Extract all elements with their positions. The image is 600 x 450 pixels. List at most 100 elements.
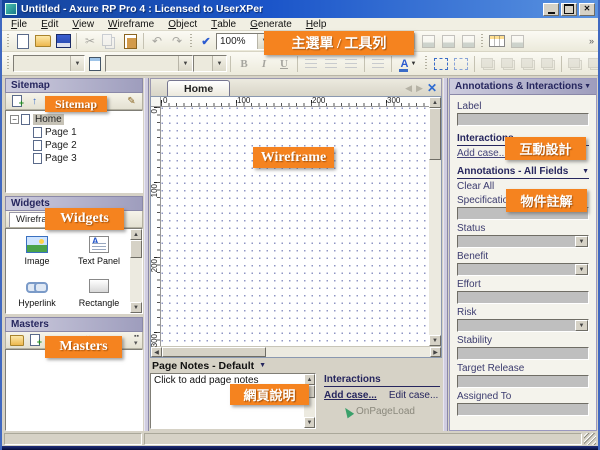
scroll-down-icon[interactable]: ▼ [130, 302, 142, 313]
link-add-case[interactable]: Add case... [457, 148, 507, 159]
toolbar-grip[interactable] [6, 34, 11, 49]
toolbar-separator [143, 33, 144, 49]
tree-expander-icon[interactable]: − [10, 115, 19, 124]
align-left-icon [301, 55, 321, 73]
field-input-stability[interactable] [457, 347, 589, 360]
link-add-case[interactable]: Add case... [324, 390, 377, 401]
chevron-down-icon: ▼ [178, 56, 192, 71]
menu-edit[interactable]: Edit [34, 18, 65, 30]
link-edit-case[interactable]: Edit case... [389, 390, 438, 401]
scroll-right-icon[interactable]: ▶ [430, 347, 441, 357]
scrollbar-thumb[interactable] [429, 108, 441, 160]
sitemap-node-page-1[interactable]: Page 1 [6, 126, 142, 139]
page-notes-header[interactable]: Page Notes - Default ▼ [150, 358, 442, 372]
group-icon[interactable] [431, 55, 451, 73]
add-master-icon[interactable] [27, 333, 42, 347]
menu-table[interactable]: Table [204, 18, 243, 30]
menu-file[interactable]: File [4, 18, 34, 30]
edit-page-icon[interactable]: ✎ [124, 94, 139, 108]
font-color-icon[interactable]: A▼ [395, 55, 422, 73]
tab-home[interactable]: Home [167, 80, 230, 96]
field-select-status[interactable]: ▼ [457, 235, 589, 248]
toolbar-separator [414, 33, 415, 49]
spellcheck-icon[interactable]: ✔ [196, 32, 216, 50]
wireframe-canvas[interactable] [161, 107, 429, 346]
scroll-down-icon[interactable]: ▼ [304, 417, 315, 428]
menu-object[interactable]: Object [161, 18, 204, 30]
resize-grip[interactable] [584, 433, 596, 445]
right-splitter[interactable] [443, 78, 448, 431]
rotate-left-icon [565, 55, 585, 73]
field-input-effort[interactable] [457, 291, 589, 304]
chevron-down-icon[interactable]: ▼ [575, 320, 588, 331]
annotation-label-widgets: Widgets [45, 208, 124, 230]
save-icon[interactable] [53, 32, 73, 50]
toolbar-grip[interactable] [480, 34, 485, 49]
left-splitter[interactable] [144, 78, 149, 431]
field-input-assigned-to[interactable] [457, 403, 589, 416]
open-icon[interactable] [33, 32, 53, 50]
move-up-icon[interactable]: ↑ [27, 94, 42, 108]
toolbar-overflow-icon[interactable]: » [587, 32, 596, 50]
tree-node-label[interactable]: Page 2 [45, 140, 77, 151]
scrollbar-thumb[interactable] [130, 240, 142, 258]
widget-rectangle[interactable]: Rectangle [68, 274, 130, 314]
maximize-button[interactable] [561, 3, 577, 16]
tree-node-label[interactable]: Page 3 [45, 153, 77, 164]
canvas-horizontal-scrollbar[interactable]: ◀ ▶ [151, 346, 441, 357]
toolbar-grip[interactable] [189, 34, 194, 49]
toolbar-grip[interactable] [424, 56, 429, 71]
sitemap-node-page-2[interactable]: Page 2 [6, 139, 142, 152]
chevron-down-icon[interactable]: ▼ [582, 168, 589, 175]
paste-icon[interactable] [120, 32, 140, 50]
bring-forward-icon [518, 55, 538, 73]
ungroup-icon[interactable] [451, 55, 471, 73]
menu-generate[interactable]: Generate [243, 18, 299, 30]
widgets-list: Image Text Panel Hyperlink Rectangle [6, 229, 130, 313]
minimize-button[interactable] [543, 3, 559, 16]
tree-node-label[interactable]: Page 1 [45, 127, 77, 138]
tab-scroll-left-icon[interactable]: ◀ [405, 83, 412, 94]
close-button[interactable]: ✕ [579, 3, 595, 16]
scroll-left-icon[interactable]: ◀ [151, 347, 162, 357]
tab-scroll-right-icon[interactable]: ▶ [416, 83, 423, 94]
widget-label: Text Panel [78, 256, 120, 266]
field-input-target-release[interactable] [457, 375, 589, 388]
canvas-vertical-scrollbar[interactable]: ▲ ▼ [429, 97, 441, 346]
widget-hyperlink[interactable]: Hyperlink [6, 274, 68, 314]
chevron-down-icon[interactable]: ▼ [575, 264, 588, 275]
label-field-input[interactable] [457, 113, 589, 126]
style-editor-icon[interactable] [85, 55, 105, 73]
new-icon[interactable] [13, 32, 33, 50]
menu-view[interactable]: View [65, 18, 101, 30]
align-top-icon [418, 32, 438, 50]
chevron-down-icon[interactable]: ▼ [259, 362, 266, 369]
masters-overflow-icon[interactable]: ▪▪▾ [134, 333, 139, 347]
scroll-up-icon[interactable]: ▲ [130, 229, 142, 240]
chevron-down-icon[interactable]: ▼ [575, 236, 588, 247]
scrollbar-thumb[interactable] [162, 347, 266, 357]
sitemap-node-page-3[interactable]: Page 3 [6, 152, 142, 165]
field-select-benefit[interactable]: ▼ [457, 263, 589, 276]
toolbar-formatting: ▼▼▼BIUA▼ [2, 52, 598, 76]
widget-label: Rectangle [79, 298, 120, 308]
scroll-down-icon[interactable]: ▼ [429, 335, 441, 346]
widget-image[interactable]: Image [6, 232, 68, 274]
add-page-icon[interactable] [9, 94, 24, 108]
tab-close-icon[interactable]: ✕ [427, 82, 437, 94]
toolbar-grip[interactable] [6, 56, 11, 71]
onpageload-event[interactable]: OnPageLoad [356, 406, 415, 417]
chevron-down-icon[interactable]: ▼ [584, 83, 591, 90]
tree-node-label[interactable]: Home [33, 114, 64, 125]
widgets-scrollbar[interactable]: ▲ ▼ [130, 229, 142, 313]
menu-wireframe[interactable]: Wireframe [101, 18, 161, 30]
widget-text-panel[interactable]: Text Panel [68, 232, 130, 274]
field-select-risk[interactable]: ▼ [457, 319, 589, 332]
annotations-panel-title: Annotations & Interactions [455, 81, 583, 92]
new-folder-icon[interactable] [9, 333, 24, 347]
scroll-up-icon[interactable]: ▲ [429, 97, 441, 108]
table-icon[interactable] [487, 32, 507, 50]
menu-help[interactable]: Help [299, 18, 334, 30]
sitemap-panel-header: Sitemap [5, 78, 143, 93]
sitemap-node-home[interactable]: − Home [6, 113, 142, 126]
